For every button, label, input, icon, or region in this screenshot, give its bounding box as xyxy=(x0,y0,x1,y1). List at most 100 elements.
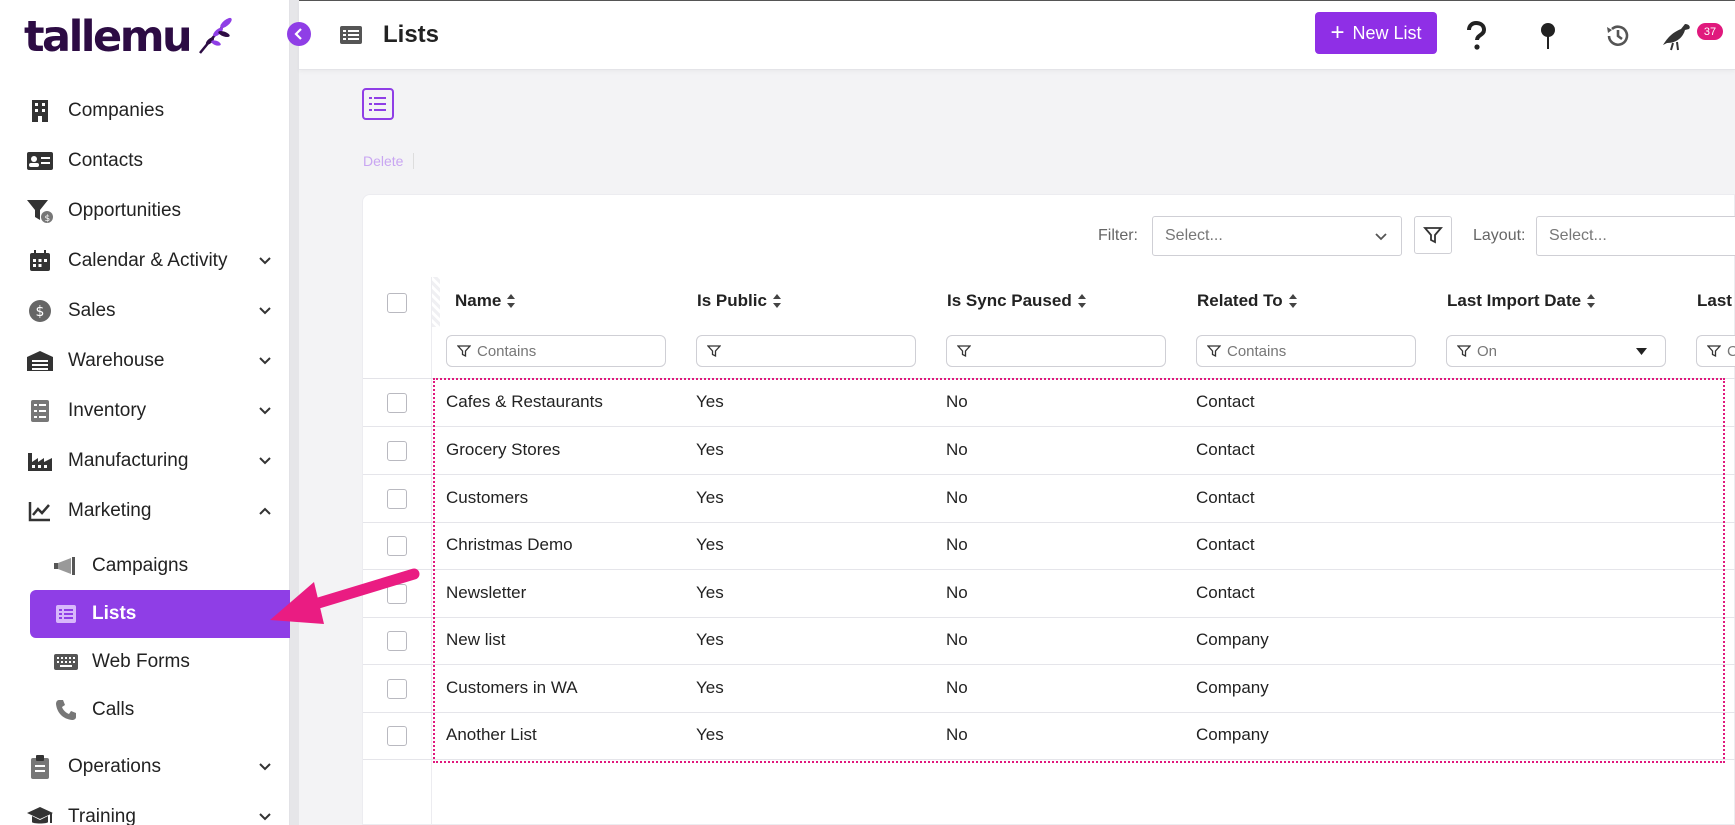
cell-name[interactable]: Christmas Demo xyxy=(446,535,573,555)
cell-name[interactable]: New list xyxy=(446,630,506,650)
chevron-up-icon xyxy=(259,507,271,515)
filter-placeholder: Contains xyxy=(477,342,537,360)
collapse-sidebar-button[interactable] xyxy=(287,22,311,46)
page-title: Lists xyxy=(383,21,440,48)
plus-icon: + xyxy=(1330,19,1345,46)
select-all-checkbox[interactable] xyxy=(387,293,407,313)
cell-is-sync-paused: No xyxy=(946,725,968,744)
column-header-is-sync-paused[interactable]: Is Sync Paused xyxy=(947,291,1087,311)
cell-is-sync-paused: No xyxy=(946,440,968,459)
sidebar-item-label: Calendar & Activity xyxy=(68,250,228,271)
history-button[interactable] xyxy=(1600,19,1636,53)
inventory-icon xyxy=(26,397,54,425)
filter-select-placeholder: Select... xyxy=(1165,227,1223,244)
sidebar-item-warehouse[interactable]: Warehouse xyxy=(0,336,290,386)
table-row[interactable]: Customers Yes No Contact xyxy=(363,475,1735,523)
table-row[interactable]: Cafes & Restaurants Yes No Contact xyxy=(363,379,1735,427)
chevron-down-icon xyxy=(1375,233,1387,241)
help-button[interactable] xyxy=(1458,19,1494,53)
row-checkbox[interactable] xyxy=(387,631,407,651)
sidebar-item-label: Sales xyxy=(68,300,116,321)
sidebar-item-companies[interactable]: Companies xyxy=(0,86,290,136)
last-partial-filter-input[interactable]: C xyxy=(1696,335,1735,367)
cell-is-sync-paused: No xyxy=(946,678,968,697)
filter-select[interactable]: Select... xyxy=(1152,216,1402,256)
lists-grid-panel: Filter: Select... Layout: Select... Name… xyxy=(362,194,1735,825)
table-row[interactable]: Grocery Stores Yes No Contact xyxy=(363,427,1735,475)
is-sync-paused-filter-input[interactable] xyxy=(946,335,1166,367)
sidebar-item-lists[interactable]: Lists xyxy=(30,590,290,638)
funnel-icon xyxy=(707,345,721,358)
sidebar-item-web-forms[interactable]: Web Forms xyxy=(0,638,290,686)
cell-related-to: Contact xyxy=(1196,535,1255,554)
sidebar-item-inventory[interactable]: Inventory xyxy=(0,386,290,436)
pin-button[interactable] xyxy=(1530,19,1566,53)
column-resize-handle[interactable] xyxy=(432,277,440,327)
sidebar-item-calls[interactable]: Calls xyxy=(0,686,290,734)
layout-select[interactable]: Select... xyxy=(1536,216,1735,256)
sidebar-item-label: Companies xyxy=(68,100,165,121)
cell-name[interactable]: Grocery Stores xyxy=(446,440,560,460)
table-row[interactable]: New list Yes No Company xyxy=(363,617,1735,665)
cell-name[interactable]: Customers in WA xyxy=(446,678,578,698)
table-row[interactable]: Newsletter Yes No Contact xyxy=(363,570,1735,618)
sidebar-item-campaigns[interactable]: Campaigns xyxy=(0,542,290,590)
cell-name[interactable]: Newsletter xyxy=(446,583,526,603)
cell-name[interactable]: Another List xyxy=(446,725,537,745)
is-public-filter-input[interactable] xyxy=(696,335,916,367)
apply-filter-button[interactable] xyxy=(1414,216,1452,254)
cell-is-sync-paused: No xyxy=(946,583,968,602)
cell-is-public: Yes xyxy=(696,488,724,507)
emu-bird-icon xyxy=(1663,24,1690,51)
sidebar-item-label: Training xyxy=(68,806,136,825)
sidebar-item-marketing[interactable]: Marketing xyxy=(0,486,290,536)
related-to-filter-input[interactable]: Contains xyxy=(1196,335,1416,367)
table-row[interactable]: Customers in WA Yes No Company xyxy=(363,665,1735,713)
sort-icon xyxy=(507,294,516,308)
row-checkbox[interactable] xyxy=(387,726,407,746)
row-checkbox[interactable] xyxy=(387,441,407,461)
column-header-last-partial[interactable]: Last I xyxy=(1697,291,1735,311)
keyboard-icon xyxy=(52,648,80,676)
cell-related-to: Contact xyxy=(1196,488,1255,507)
cell-is-public: Yes xyxy=(696,392,724,411)
column-header-label: Is Sync Paused xyxy=(947,291,1072,310)
sidebar-item-contacts[interactable]: Contacts xyxy=(0,136,290,186)
row-checkbox[interactable] xyxy=(387,679,407,699)
column-header-is-public[interactable]: Is Public xyxy=(697,291,782,311)
cell-is-public: Yes xyxy=(696,583,724,602)
row-checkbox[interactable] xyxy=(387,489,407,509)
name-filter-input[interactable]: Contains xyxy=(446,335,666,367)
sidebar-item-training[interactable]: Training xyxy=(0,792,290,825)
funnel-icon xyxy=(1457,345,1471,358)
graduation-cap-icon xyxy=(26,803,54,825)
building-icon xyxy=(26,97,54,125)
svg-text:$: $ xyxy=(45,214,51,224)
row-checkbox[interactable] xyxy=(387,393,407,413)
sidebar-item-operations[interactable]: Operations xyxy=(0,742,290,792)
table-row[interactable]: Another List Yes No Company xyxy=(363,712,1735,760)
list-view-icon[interactable] xyxy=(362,88,394,120)
delete-button[interactable]: Delete xyxy=(363,153,415,169)
cell-name[interactable]: Customers xyxy=(446,488,528,508)
column-header-name[interactable]: Name xyxy=(455,291,516,311)
last-import-date-filter-input[interactable]: On xyxy=(1446,335,1666,367)
chevron-down-icon xyxy=(259,407,271,415)
sidebar-item-label: Manufacturing xyxy=(68,450,189,471)
column-header-label: Last Import Date xyxy=(1447,291,1582,310)
cell-name[interactable]: Cafes & Restaurants xyxy=(446,392,603,412)
tallemu-logo[interactable]: tallemu xyxy=(24,12,240,62)
sidebar-item-opportunities[interactable]: $ Opportunities xyxy=(0,186,290,236)
column-header-last-import-date[interactable]: Last Import Date xyxy=(1447,291,1596,311)
sidebar-item-sales[interactable]: $ Sales xyxy=(0,286,290,336)
new-list-button[interactable]: + New List xyxy=(1315,12,1437,54)
table-row[interactable]: Christmas Demo Yes No Contact xyxy=(363,522,1735,570)
megaphone-icon xyxy=(52,552,80,580)
row-checkbox[interactable] xyxy=(387,536,407,556)
sidebar-item-calendar-activity[interactable]: Calendar & Activity xyxy=(0,236,290,286)
sidebar-scrollbar[interactable] xyxy=(290,0,299,825)
notifications-button[interactable] xyxy=(1658,19,1698,53)
sidebar-item-manufacturing[interactable]: Manufacturing xyxy=(0,436,290,486)
column-header-related-to[interactable]: Related To xyxy=(1197,291,1298,311)
chevron-down-icon xyxy=(259,457,271,465)
